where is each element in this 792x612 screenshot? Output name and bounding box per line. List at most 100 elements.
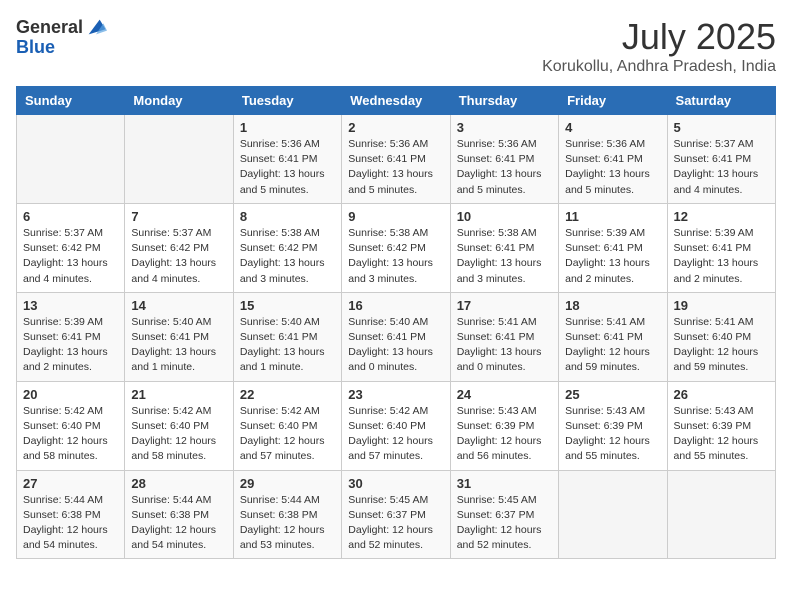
- calendar-cell: 10 Sunrise: 5:38 AM Sunset: 6:41 PM Dayli…: [450, 203, 558, 292]
- calendar-cell: 21Sunrise: 5:42 AM Sunset: 6:40 PM Dayli…: [125, 381, 233, 470]
- calendar-cell: [17, 115, 125, 204]
- day-info: Sunrise: 5:39 AM Sunset: 6:41 PM Dayligh…: [674, 226, 769, 287]
- day-info: Sunrise: 5:36 AM Sunset: 6:41 PM Dayligh…: [457, 137, 552, 198]
- calendar-cell: 22 Sunrise: 5:42 AM Sunset: 6:40 PM Dayli…: [233, 381, 341, 470]
- day-info: Sunrise: 5:41 AM Sunset: 6:41 PM Dayligh…: [565, 315, 660, 376]
- calendar-cell: 13 Sunrise: 5:39 AM Sunset: 6:41 PM Dayli…: [17, 292, 125, 381]
- calendar-cell: 15Sunrise: 5:40 AM Sunset: 6:41 PM Dayli…: [233, 292, 341, 381]
- day-info: Sunrise: 5:42 AM Sunset: 6:40 PM Dayligh…: [131, 404, 226, 465]
- day-number: 20: [23, 387, 118, 402]
- title-area: July 2025 Korukollu, Andhra Pradesh, Ind…: [542, 16, 776, 76]
- calendar-cell: 2Sunrise: 5:36 AM Sunset: 6:41 PM Daylig…: [342, 115, 450, 204]
- calendar-cell: 4Sunrise: 5:36 AM Sunset: 6:41 PM Daylig…: [559, 115, 667, 204]
- calendar-cell: 23Sunrise: 5:42 AM Sunset: 6:40 PM Dayli…: [342, 381, 450, 470]
- weekday-header: Monday: [125, 87, 233, 115]
- calendar-week-row: 20 Sunrise: 5:42 AM Sunset: 6:40 PM Dayli…: [17, 381, 776, 470]
- day-number: 6: [23, 209, 118, 224]
- calendar-cell: 5Sunrise: 5:37 AM Sunset: 6:41 PM Daylig…: [667, 115, 775, 204]
- day-info: Sunrise: 5:36 AM Sunset: 6:41 PM Dayligh…: [348, 137, 443, 198]
- calendar-cell: [667, 470, 775, 559]
- calendar-cell: 25 Sunrise: 5:43 AM Sunset: 6:39 PM Dayli…: [559, 381, 667, 470]
- day-info: Sunrise: 5:43 AM Sunset: 6:39 PM Dayligh…: [565, 404, 660, 465]
- calendar-cell: 12 Sunrise: 5:39 AM Sunset: 6:41 PM Dayli…: [667, 203, 775, 292]
- logo: General Blue: [16, 16, 107, 58]
- calendar-cell: 6 Sunrise: 5:37 AM Sunset: 6:42 PM Daylig…: [17, 203, 125, 292]
- day-number: 22: [240, 387, 335, 402]
- day-number: 23: [348, 387, 443, 402]
- weekday-header: Thursday: [450, 87, 558, 115]
- weekday-header: Tuesday: [233, 87, 341, 115]
- day-info: Sunrise: 5:38 AM Sunset: 6:42 PM Dayligh…: [240, 226, 335, 287]
- calendar-cell: 29 Sunrise: 5:44 AM Sunset: 6:38 PM Dayli…: [233, 470, 341, 559]
- day-number: 1: [240, 120, 335, 135]
- day-info: Sunrise: 5:42 AM Sunset: 6:40 PM Dayligh…: [240, 404, 335, 465]
- day-number: 24: [457, 387, 552, 402]
- day-info: Sunrise: 5:37 AM Sunset: 6:42 PM Dayligh…: [23, 226, 118, 287]
- weekday-header: Sunday: [17, 87, 125, 115]
- calendar-cell: 9 Sunrise: 5:38 AM Sunset: 6:42 PM Daylig…: [342, 203, 450, 292]
- day-number: 10: [457, 209, 552, 224]
- calendar-cell: 3 Sunrise: 5:36 AM Sunset: 6:41 PM Daylig…: [450, 115, 558, 204]
- calendar-cell: 16 Sunrise: 5:40 AM Sunset: 6:41 PM Dayli…: [342, 292, 450, 381]
- day-number: 25: [565, 387, 660, 402]
- day-number: 30: [348, 476, 443, 491]
- day-number: 15: [240, 298, 335, 313]
- calendar-cell: 1 Sunrise: 5:36 AM Sunset: 6:41 PM Daylig…: [233, 115, 341, 204]
- calendar-week-row: 13 Sunrise: 5:39 AM Sunset: 6:41 PM Dayli…: [17, 292, 776, 381]
- calendar-cell: 14Sunrise: 5:40 AM Sunset: 6:41 PM Dayli…: [125, 292, 233, 381]
- day-info: Sunrise: 5:40 AM Sunset: 6:41 PM Dayligh…: [348, 315, 443, 376]
- day-number: 19: [674, 298, 769, 313]
- day-info: Sunrise: 5:43 AM Sunset: 6:39 PM Dayligh…: [674, 404, 769, 465]
- day-number: 12: [674, 209, 769, 224]
- calendar-cell: 27Sunrise: 5:44 AM Sunset: 6:38 PM Dayli…: [17, 470, 125, 559]
- day-info: Sunrise: 5:44 AM Sunset: 6:38 PM Dayligh…: [131, 493, 226, 554]
- calendar-week-row: 27Sunrise: 5:44 AM Sunset: 6:38 PM Dayli…: [17, 470, 776, 559]
- day-info: Sunrise: 5:41 AM Sunset: 6:41 PM Dayligh…: [457, 315, 552, 376]
- calendar-cell: 19 Sunrise: 5:41 AM Sunset: 6:40 PM Dayli…: [667, 292, 775, 381]
- day-number: 13: [23, 298, 118, 313]
- day-info: Sunrise: 5:40 AM Sunset: 6:41 PM Dayligh…: [131, 315, 226, 376]
- day-info: Sunrise: 5:37 AM Sunset: 6:42 PM Dayligh…: [131, 226, 226, 287]
- day-number: 28: [131, 476, 226, 491]
- day-info: Sunrise: 5:41 AM Sunset: 6:40 PM Dayligh…: [674, 315, 769, 376]
- day-number: 7: [131, 209, 226, 224]
- day-info: Sunrise: 5:45 AM Sunset: 6:37 PM Dayligh…: [457, 493, 552, 554]
- day-info: Sunrise: 5:39 AM Sunset: 6:41 PM Dayligh…: [23, 315, 118, 376]
- day-number: 9: [348, 209, 443, 224]
- day-number: 11: [565, 209, 660, 224]
- calendar-cell: 20Sunrise: 5:42 AM Sunset: 6:40 PM Dayli…: [17, 381, 125, 470]
- day-number: 31: [457, 476, 552, 491]
- location-title: Korukollu, Andhra Pradesh, India: [542, 58, 776, 76]
- calendar-cell: 24 Sunrise: 5:43 AM Sunset: 6:39 PM Dayli…: [450, 381, 558, 470]
- calendar-table: SundayMondayTuesdayWednesdayThursdayFrid…: [16, 86, 776, 559]
- weekday-header: Saturday: [667, 87, 775, 115]
- day-number: 8: [240, 209, 335, 224]
- logo-text-blue: Blue: [16, 37, 55, 57]
- day-info: Sunrise: 5:43 AM Sunset: 6:39 PM Dayligh…: [457, 404, 552, 465]
- calendar-header-row: SundayMondayTuesdayWednesdayThursdayFrid…: [17, 87, 776, 115]
- calendar-cell: 18 Sunrise: 5:41 AM Sunset: 6:41 PM Dayli…: [559, 292, 667, 381]
- day-info: Sunrise: 5:38 AM Sunset: 6:42 PM Dayligh…: [348, 226, 443, 287]
- day-number: 16: [348, 298, 443, 313]
- calendar-cell: 30 Sunrise: 5:45 AM Sunset: 6:37 PM Dayli…: [342, 470, 450, 559]
- calendar-cell: [125, 115, 233, 204]
- day-number: 3: [457, 120, 552, 135]
- calendar-cell: 31 Sunrise: 5:45 AM Sunset: 6:37 PM Dayli…: [450, 470, 558, 559]
- day-info: Sunrise: 5:36 AM Sunset: 6:41 PM Dayligh…: [565, 137, 660, 198]
- day-info: Sunrise: 5:44 AM Sunset: 6:38 PM Dayligh…: [23, 493, 118, 554]
- day-number: 17: [457, 298, 552, 313]
- calendar-cell: 8 Sunrise: 5:38 AM Sunset: 6:42 PM Daylig…: [233, 203, 341, 292]
- calendar-cell: [559, 470, 667, 559]
- day-info: Sunrise: 5:36 AM Sunset: 6:41 PM Dayligh…: [240, 137, 335, 198]
- weekday-header: Friday: [559, 87, 667, 115]
- day-number: 5: [674, 120, 769, 135]
- calendar-cell: 26Sunrise: 5:43 AM Sunset: 6:39 PM Dayli…: [667, 381, 775, 470]
- calendar-cell: 28 Sunrise: 5:44 AM Sunset: 6:38 PM Dayli…: [125, 470, 233, 559]
- calendar-cell: 11Sunrise: 5:39 AM Sunset: 6:41 PM Dayli…: [559, 203, 667, 292]
- day-number: 18: [565, 298, 660, 313]
- day-info: Sunrise: 5:38 AM Sunset: 6:41 PM Dayligh…: [457, 226, 552, 287]
- calendar-cell: 7 Sunrise: 5:37 AM Sunset: 6:42 PM Daylig…: [125, 203, 233, 292]
- day-number: 29: [240, 476, 335, 491]
- day-info: Sunrise: 5:45 AM Sunset: 6:37 PM Dayligh…: [348, 493, 443, 554]
- day-info: Sunrise: 5:44 AM Sunset: 6:38 PM Dayligh…: [240, 493, 335, 554]
